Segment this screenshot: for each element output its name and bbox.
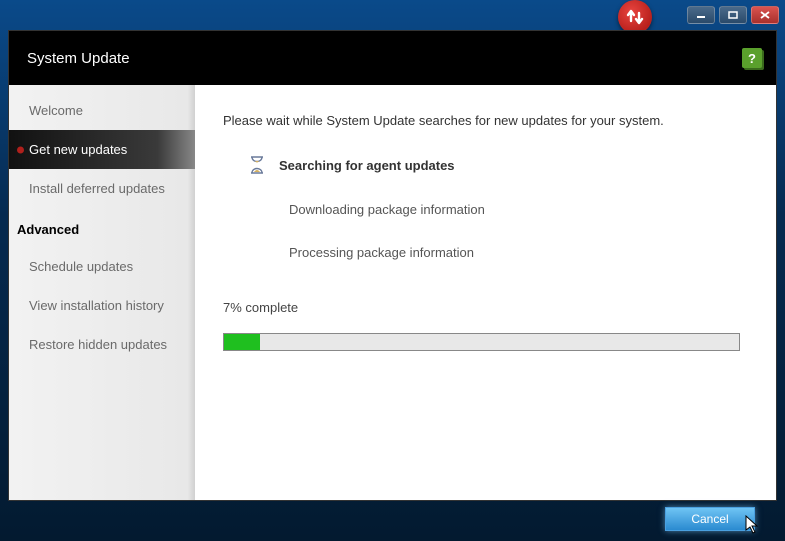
intro-text: Please wait while System Update searches…	[223, 113, 740, 128]
sidebar-item-label: Welcome	[29, 103, 83, 118]
app-titlebar: System Update ?	[9, 31, 776, 85]
sidebar-item-install-deferred[interactable]: Install deferred updates	[9, 169, 195, 208]
sidebar-item-label: Restore hidden updates	[29, 337, 167, 352]
sidebar-item-restore-hidden[interactable]: Restore hidden updates	[9, 325, 195, 364]
main-panel: Please wait while System Update searches…	[195, 85, 776, 500]
sidebar-item-schedule-updates[interactable]: Schedule updates	[9, 247, 195, 286]
app-title: System Update	[27, 50, 130, 67]
sidebar-section-advanced: Advanced	[9, 208, 195, 247]
progress-bar	[223, 333, 740, 351]
progress-fill	[224, 334, 260, 350]
progress-text: 7% complete	[223, 300, 740, 315]
maximize-button[interactable]	[719, 6, 747, 24]
status-heading: Searching for agent updates	[279, 158, 455, 173]
os-titlebar	[0, 0, 785, 30]
cancel-button-label: Cancel	[691, 512, 728, 526]
close-button[interactable]	[751, 6, 779, 24]
sidebar-item-label: Install deferred updates	[29, 181, 165, 196]
step-downloading: Downloading package information	[289, 202, 740, 217]
sidebar-item-get-new-updates[interactable]: Get new updates	[9, 130, 195, 169]
hourglass-icon	[249, 156, 265, 174]
help-icon[interactable]: ?	[742, 48, 762, 68]
footer: Cancel	[8, 503, 777, 535]
app-body: Welcome Get new updates Install deferred…	[9, 85, 776, 500]
sidebar-item-label: Get new updates	[29, 142, 127, 157]
step-processing: Processing package information	[289, 245, 740, 260]
sidebar-item-label: Schedule updates	[29, 259, 133, 274]
cancel-button[interactable]: Cancel	[665, 507, 755, 531]
sidebar-item-label: View installation history	[29, 298, 164, 313]
minimize-button[interactable]	[687, 6, 715, 24]
sidebar: Welcome Get new updates Install deferred…	[9, 85, 195, 500]
sidebar-item-view-history[interactable]: View installation history	[9, 286, 195, 325]
update-arrows-icon	[618, 0, 652, 34]
sidebar-item-welcome[interactable]: Welcome	[9, 91, 195, 130]
app-window: System Update ? Welcome Get new updates …	[8, 30, 777, 501]
